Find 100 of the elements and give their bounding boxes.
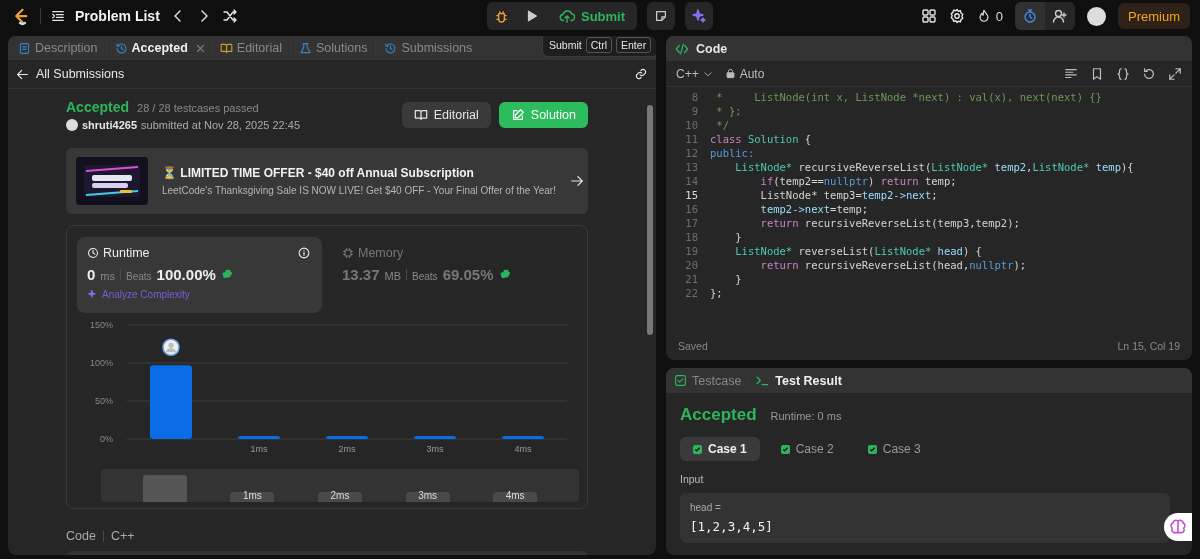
language-dropdown[interactable]: C++ [676, 66, 713, 81]
code-line: * }; [715, 105, 742, 117]
avatar [66, 119, 78, 131]
axis-label: 3ms [426, 444, 444, 454]
line-number: 15 [684, 189, 699, 201]
beats-label: Beats [126, 271, 152, 282]
case-tab[interactable]: Case 2 [767, 437, 847, 461]
param-value: [1,2,3,4,5] [690, 519, 774, 534]
flame-icon[interactable] [976, 9, 991, 23]
testcases-text: 28 / 28 testcases passed [137, 102, 259, 114]
link-icon[interactable] [634, 67, 648, 81]
metric-card[interactable]: Runtime 0 ms Beats 100.00% Analyze Complexity [77, 237, 322, 313]
tooltip-label: Submit [549, 39, 582, 51]
username[interactable]: shruti4265 [82, 119, 138, 131]
shuffle-icon[interactable] [221, 8, 238, 24]
line-number: 13 [684, 161, 699, 173]
info-icon [298, 247, 310, 259]
line-number: 9 [690, 105, 699, 117]
bar[interactable] [502, 435, 544, 439]
code-line: * ListNode(int x, ListNode *next) : val(x), next(next) {} [715, 91, 1102, 103]
save-status: Saved [678, 340, 708, 352]
note-button[interactable] [647, 2, 676, 30]
clock-icon [87, 247, 99, 259]
line-number: 21 [684, 273, 699, 285]
range-selector[interactable]: 1ms 2ms 3ms 4ms [101, 469, 579, 502]
code-line: class Solution { [710, 133, 812, 145]
editorial-button[interactable]: Editorial [401, 102, 491, 128]
axis-label: 50% [95, 396, 113, 406]
range-label: 3ms [405, 492, 450, 502]
promo-subtitle: LeetCode's Thanksgiving Sale IS NOW LIVE! Get $40 OFF - Your Final Offer of the Year! [162, 185, 556, 196]
tab[interactable]: Solutions [297, 41, 370, 55]
promo-banner[interactable]: ⏳ LIMITED TIME OFFER - $40 off Annual Subscription LeetCode's Thanksgiving Sale IS NOW LIVE! Get $40 OFF - Your Final Offer of the Year! [66, 148, 588, 214]
code-line: } [734, 273, 742, 285]
case-tab[interactable]: Case 3 [854, 437, 934, 461]
page-title[interactable]: Problem List [75, 8, 160, 24]
ai-button[interactable] [685, 2, 714, 30]
close-icon[interactable] [195, 43, 205, 53]
layout-icon[interactable] [920, 8, 937, 24]
list-icon[interactable] [51, 9, 65, 23]
braces-icon[interactable] [1116, 66, 1130, 81]
tab[interactable]: Description [16, 41, 100, 55]
tab[interactable]: Accepted [112, 41, 190, 55]
avatar[interactable] [1087, 6, 1106, 26]
code-line: ListNode* recursiveReverseList(ListNode* temp2,ListNode* temp){ [734, 161, 1134, 173]
code-line: return recursiveReverseList(temp3,temp2); [759, 217, 1020, 229]
code-line: public: [710, 147, 755, 159]
beats-value: 69.05% [442, 266, 494, 283]
history-icon [384, 41, 398, 55]
document-icon [18, 41, 31, 55]
checkbox-icon [674, 374, 687, 387]
bar[interactable] [414, 435, 456, 439]
beats-value: 100.00% [156, 266, 216, 283]
tab[interactable]: Submissions [382, 41, 475, 55]
code-line: } [734, 231, 742, 243]
tab[interactable]: Test Result [754, 373, 842, 388]
cloud-upload-icon [558, 8, 575, 24]
timer-button[interactable] [1015, 2, 1045, 30]
range-label: 4ms [493, 492, 538, 502]
sparkle-icon [691, 8, 708, 24]
line-number: 17 [684, 217, 699, 229]
result-status: Accepted [680, 405, 757, 425]
keyboard-key: Enter [616, 37, 652, 53]
tab[interactable]: Testcase [674, 373, 742, 388]
bookmark-icon[interactable] [1090, 66, 1104, 81]
metric-unit: ms [100, 270, 115, 282]
line-number: 18 [684, 231, 699, 243]
bar[interactable] [326, 435, 368, 439]
metric-value: 13.37 [342, 266, 380, 283]
settings-icon[interactable] [948, 8, 965, 24]
line-number: 8 [690, 91, 699, 103]
scrollbar[interactable] [647, 105, 653, 335]
input-label: Input [680, 473, 705, 485]
metric-unit: MB [384, 270, 402, 282]
chip-icon [342, 247, 354, 259]
back-link[interactable]: All Submissions [16, 67, 125, 81]
note-icon [654, 9, 669, 23]
panel-title: Code [696, 41, 728, 56]
book-icon [219, 41, 233, 55]
metric-label: Runtime [103, 246, 150, 260]
axis-label: 0% [100, 434, 113, 444]
format-icon[interactable] [1064, 66, 1078, 81]
case-tab[interactable]: Case 1 [680, 437, 760, 461]
code-line: temp2->next=temp; [759, 203, 869, 215]
language-label: C++ [110, 529, 135, 543]
bar[interactable] [238, 435, 280, 439]
axis-label: 2ms [338, 444, 356, 454]
range-label: 2ms [318, 492, 362, 502]
line-number: 22 [684, 287, 699, 299]
premium-button[interactable]: Premium [1118, 3, 1190, 29]
promo-title: ⏳ LIMITED TIME OFFER - $40 off Annual Subscription [162, 166, 475, 180]
book-icon [413, 108, 428, 122]
metric-label: Memory [358, 246, 404, 260]
code-line: ListNode* temp3=temp2->next; [759, 189, 938, 201]
expand-icon[interactable] [1168, 66, 1182, 81]
metric-card[interactable]: Memory 13.37 MB Beats 69.05% [332, 237, 577, 313]
tab[interactable]: Editorial [217, 41, 284, 55]
axis-label: 100% [89, 358, 113, 368]
assistant-button[interactable] [1164, 513, 1192, 541]
code-line: if(temp2==nullptr) return temp; [759, 175, 957, 187]
reset-icon[interactable] [1142, 66, 1156, 81]
